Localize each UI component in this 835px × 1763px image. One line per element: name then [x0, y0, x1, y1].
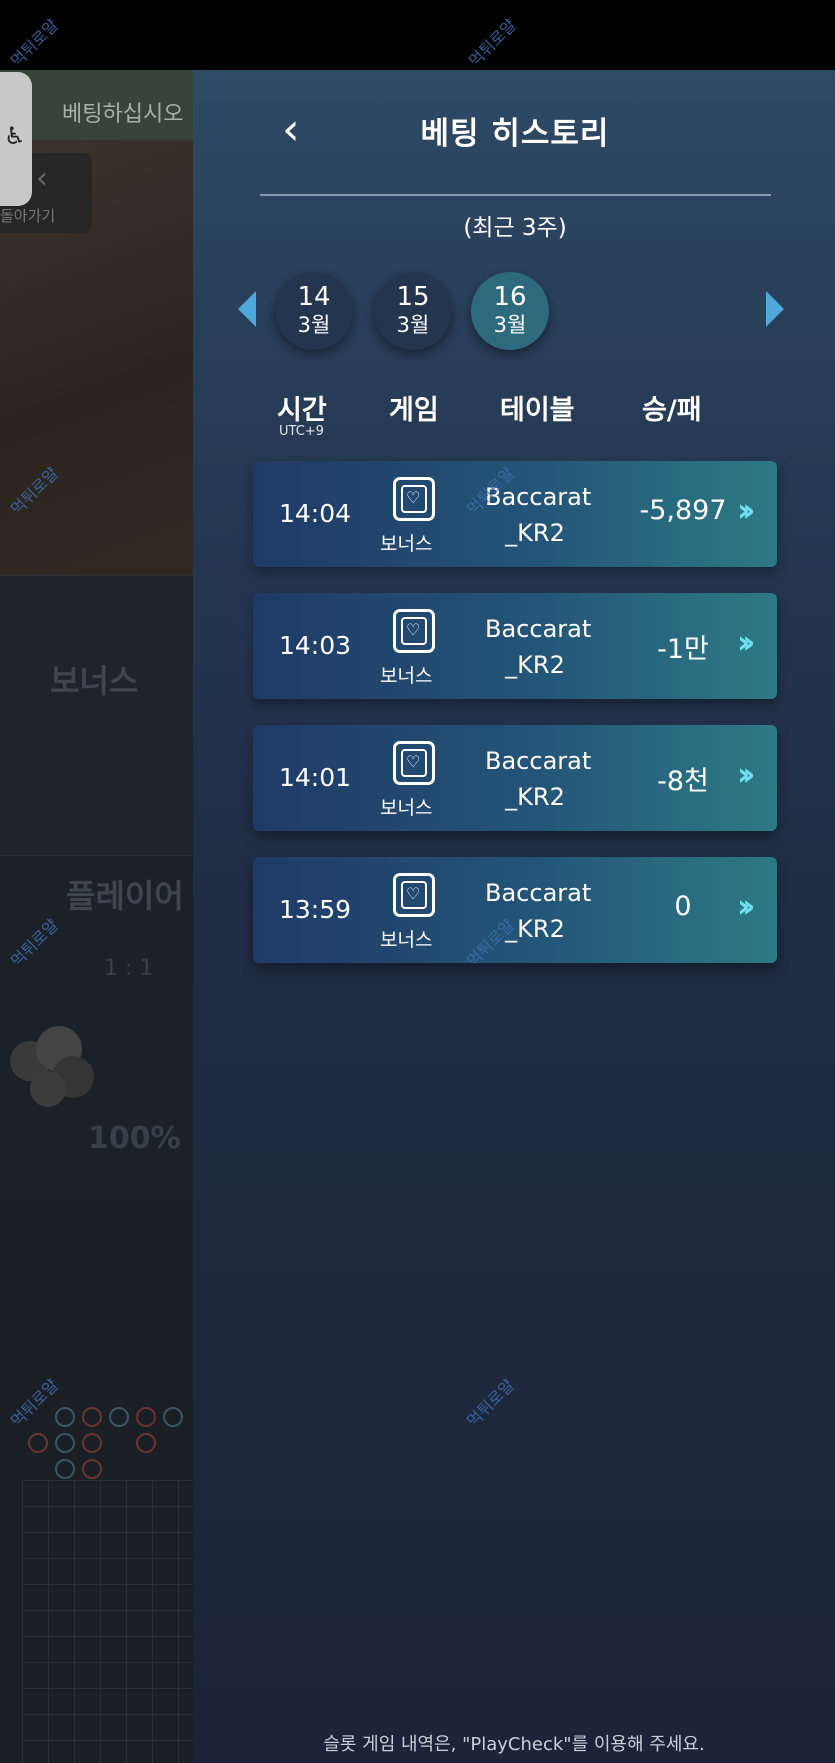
column-header-time: 시간 — [277, 395, 327, 426]
background-player-section: 플레이어 1 : 1 100% — [0, 855, 200, 1201]
bead-mark — [82, 1459, 102, 1479]
date-day: 14 — [297, 282, 331, 312]
double-chevron-right-icon[interactable]: ›› — [737, 623, 756, 661]
row-result: -8천 — [657, 766, 709, 797]
row-time: 13:59 — [279, 895, 352, 924]
accessibility-tab[interactable]: ♿ — [0, 72, 32, 206]
row-table: Baccarat _KR2 — [485, 747, 592, 811]
watermark: 먹튀로얄 — [464, 15, 521, 71]
bead-road-grid — [22, 1480, 200, 1763]
watermark: 먹튀로얄 — [6, 15, 63, 71]
row-result: -1만 — [657, 634, 709, 665]
history-row[interactable]: 13:59 ♡ 보너스 Baccarat _KR2 0 ›› — [253, 857, 777, 963]
date-month: 3월 — [297, 313, 331, 337]
card-heart-icon: ♡ — [393, 609, 435, 653]
date-button-16[interactable]: 16 3월 — [471, 272, 549, 350]
background-percent: 100% — [88, 1121, 181, 1156]
footer-note: 슬롯 게임 내역은, "PlayCheck"를 이용해 주세요. — [323, 1734, 705, 1755]
row-game: 보너스 — [380, 929, 433, 951]
background-bonus-label: 보너스 — [50, 662, 139, 700]
background-ratio: 1 : 1 — [104, 956, 154, 981]
bead-mark — [82, 1407, 102, 1427]
page-title: 베팅 히스토리 — [420, 116, 610, 152]
date-button-15[interactable]: 15 3월 — [374, 272, 452, 350]
bead-mark — [55, 1433, 75, 1453]
previous-dates-arrow-icon[interactable] — [238, 291, 256, 327]
row-result: -5,897 — [639, 495, 727, 526]
header-divider — [260, 194, 771, 196]
column-header-timezone: UTC+9 — [279, 424, 324, 439]
background-player-label: 플레이어 — [66, 877, 184, 915]
history-row[interactable]: 14:03 ♡ 보너스 Baccarat _KR2 -1만 ›› — [253, 593, 777, 699]
date-month: 3월 — [396, 313, 430, 337]
row-game: 보너스 — [380, 665, 433, 687]
date-button-14[interactable]: 14 3월 — [275, 272, 353, 350]
row-time: 14:04 — [279, 499, 352, 528]
column-header-result: 승/패 — [642, 395, 702, 426]
chevron-left-icon: ‹ — [36, 161, 48, 196]
card-heart-icon: ♡ — [393, 873, 435, 917]
row-game: 보너스 — [380, 533, 433, 555]
chip-icon — [30, 1071, 66, 1107]
bead-mark — [28, 1433, 48, 1453]
row-time: 14:03 — [279, 631, 352, 660]
date-day: 16 — [493, 282, 527, 312]
bead-mark — [136, 1407, 156, 1427]
column-header-game: 게임 — [389, 395, 439, 426]
date-day: 15 — [396, 282, 430, 312]
date-month: 3월 — [493, 313, 527, 337]
next-dates-arrow-icon[interactable] — [766, 291, 784, 327]
column-header-table: 테이블 — [500, 395, 575, 426]
period-subtitle: (최근 3주) — [463, 215, 567, 241]
bead-mark — [136, 1433, 156, 1453]
row-result: 0 — [674, 891, 692, 922]
card-heart-icon: ♡ — [393, 741, 435, 785]
history-row[interactable]: 14:01 ♡ 보너스 Baccarat _KR2 -8천 ›› — [253, 725, 777, 831]
bead-mark — [109, 1407, 129, 1427]
bead-mark — [82, 1433, 102, 1453]
double-chevron-right-icon[interactable]: ›› — [737, 887, 756, 925]
background-back-label: 돌아가기 — [0, 207, 56, 225]
row-game: 보너스 — [380, 797, 433, 819]
double-chevron-right-icon[interactable]: ›› — [737, 755, 756, 793]
background-game-view: 베팅하십시오 ‹ 돌아가기 보너스 플레이어 1 : 1 100% — [0, 70, 200, 1763]
row-table: Baccarat _KR2 — [485, 615, 592, 679]
background-bonus-section: 보너스 — [0, 575, 200, 856]
bead-mark — [55, 1407, 75, 1427]
double-chevron-right-icon[interactable]: ›› — [737, 491, 756, 529]
row-time: 14:01 — [279, 763, 352, 792]
bead-mark — [163, 1407, 183, 1427]
background-banner-text: 베팅하십시오 — [62, 102, 184, 127]
accessibility-icon: ♿ — [4, 122, 26, 150]
bead-mark — [55, 1459, 75, 1479]
card-heart-icon: ♡ — [393, 477, 435, 521]
